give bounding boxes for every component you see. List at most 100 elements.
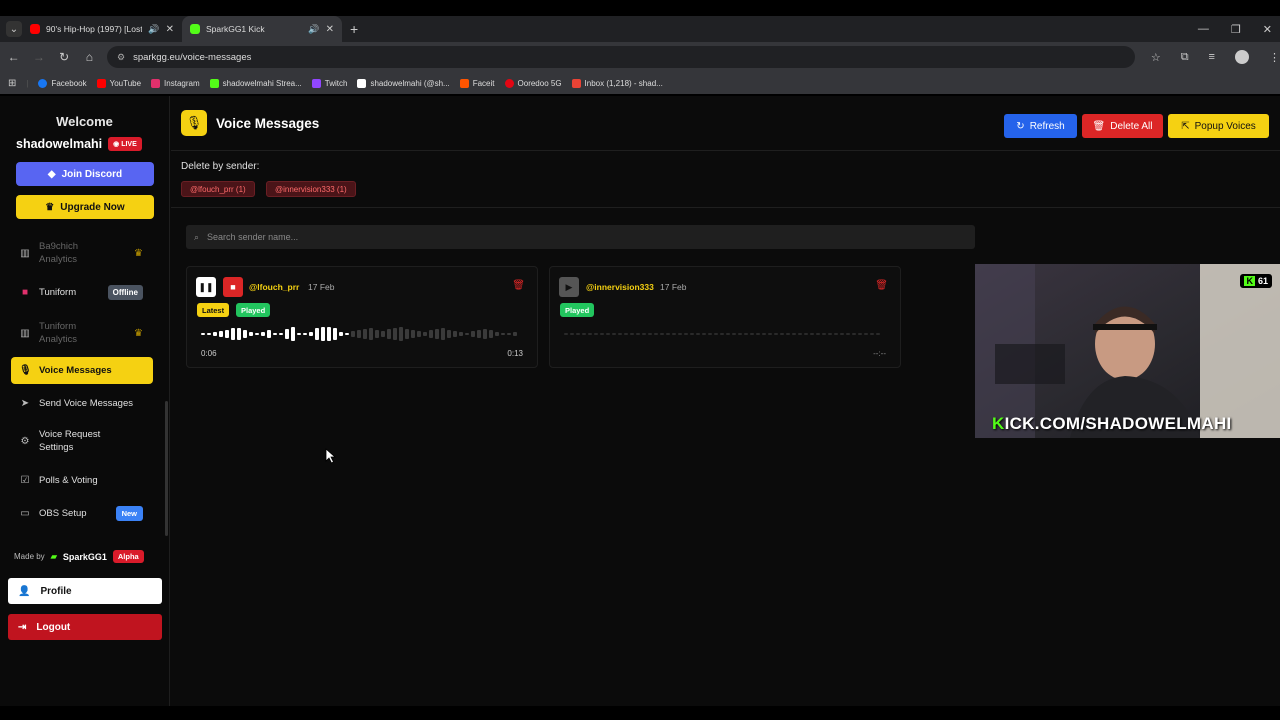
viewer-count: 61 bbox=[1257, 276, 1268, 286]
tab-music[interactable]: 90's Hip-Hop (1997) [Lost D 🔊 ✕ bbox=[22, 16, 182, 42]
bookmark-tiktok[interactable]: shadowelmahi (@sh... bbox=[357, 78, 450, 88]
forward-icon[interactable]: → bbox=[27, 50, 50, 64]
extensions-icon[interactable]: ⧉ bbox=[1181, 51, 1189, 64]
waveform-bar bbox=[309, 332, 313, 336]
sidebar-item-send-voice-messages[interactable]: ➤ Send Voice Messages bbox=[11, 395, 153, 411]
sidebar-item-voice-request-settings[interactable]: ⚙ Voice Request Settings bbox=[11, 428, 153, 454]
bookmark-star-icon[interactable]: ☆ bbox=[1151, 51, 1161, 64]
waveform-bar bbox=[588, 333, 592, 335]
bookmark-kick-stream[interactable]: shadowelmahi Strea... bbox=[209, 78, 302, 88]
bookmark-twitch[interactable]: Twitch bbox=[311, 78, 347, 88]
waveform-bar bbox=[582, 333, 586, 335]
tab-sparkgg[interactable]: SparkGG1 Kick 🔊 ✕ bbox=[182, 16, 342, 42]
facebook-icon bbox=[38, 78, 48, 88]
waveform-bar bbox=[660, 333, 664, 335]
stop-button[interactable]: ■ bbox=[223, 277, 243, 297]
pause-button[interactable]: ❚❚ bbox=[196, 277, 216, 297]
delete-by-sender: Delete by sender: @lfouch_prr (1) @inner… bbox=[171, 151, 1280, 208]
reload-icon[interactable]: ↻ bbox=[53, 50, 76, 64]
sidebar-item-polls-voting[interactable]: ☑ Polls & Voting bbox=[11, 472, 153, 488]
waveform-bar bbox=[786, 333, 790, 335]
waveform-bar bbox=[624, 333, 628, 335]
home-icon[interactable]: ⌂ bbox=[78, 50, 101, 64]
delete-by-sender-label: Delete by sender: bbox=[181, 161, 260, 172]
bookmark-facebook[interactable]: Facebook bbox=[38, 78, 87, 88]
bookmark-instagram[interactable]: Instagram bbox=[151, 78, 200, 88]
delete-message-icon[interactable]: 🗑 bbox=[512, 280, 525, 291]
bookmark-gmail[interactable]: Inbox (1,218) - shad... bbox=[571, 78, 663, 88]
waveform-bar bbox=[822, 333, 826, 335]
waveform-bar bbox=[291, 327, 295, 341]
top-strip bbox=[0, 0, 1280, 16]
popup-voices-label: Popup Voices bbox=[1194, 120, 1256, 132]
logout-label: Logout bbox=[36, 621, 71, 633]
waveform-bar bbox=[720, 333, 724, 335]
sidebar-item-tuniform-analytics[interactable]: ▥ Tuniform Analytics ♛ bbox=[11, 320, 153, 346]
audio-icon[interactable]: 🔊 bbox=[308, 24, 319, 35]
back-icon[interactable]: ← bbox=[2, 50, 25, 64]
upgrade-button[interactable]: ♛ Upgrade Now bbox=[16, 195, 154, 219]
tiktok-icon bbox=[357, 78, 367, 88]
close-window-icon[interactable]: ✕ bbox=[1263, 23, 1272, 36]
play-button[interactable]: ▶ bbox=[559, 277, 579, 297]
bookmark-faceit[interactable]: Faceit bbox=[459, 78, 495, 88]
sidebar-item-ba9chich-analytics[interactable]: ▥ Ba9chich Analytics ♛ bbox=[11, 240, 153, 266]
join-discord-button[interactable]: ◆ Join Discord bbox=[16, 162, 154, 186]
waveform-bar bbox=[840, 333, 844, 335]
new-tab-icon[interactable]: + bbox=[350, 21, 358, 37]
profile-button[interactable]: 👤 Profile bbox=[8, 578, 162, 604]
waveform-bar bbox=[630, 333, 634, 335]
media-icon[interactable]: ≡ bbox=[1209, 51, 1215, 63]
close-tab-icon[interactable]: ✕ bbox=[326, 24, 334, 35]
sidebar-scrollbar[interactable] bbox=[165, 401, 168, 536]
waveform-bar bbox=[471, 331, 475, 337]
sidebar-item-tuniform[interactable]: ■ Tuniform Offline bbox=[11, 284, 153, 300]
sender-name[interactable]: @innervision333 bbox=[586, 282, 654, 292]
youtube-favicon-icon bbox=[30, 24, 40, 34]
analytics-icon: ▥ bbox=[20, 327, 30, 339]
waveform-bar bbox=[810, 333, 814, 335]
sidebar-item-obs-setup[interactable]: ▭ OBS Setup New bbox=[11, 505, 153, 521]
close-tab-icon[interactable]: ✕ bbox=[166, 24, 174, 35]
waveform-bar bbox=[732, 333, 736, 335]
profile-avatar-icon[interactable] bbox=[1234, 50, 1249, 64]
sidebar-item-label: Voice Messages bbox=[39, 365, 112, 376]
bookmark-youtube[interactable]: YouTube bbox=[96, 78, 141, 88]
refresh-button[interactable]: ↻ Refresh bbox=[1004, 114, 1077, 138]
url-input[interactable]: ⚙ sparkgg.eu/voice-messages bbox=[107, 46, 1135, 68]
offline-badge: Offline bbox=[107, 284, 143, 300]
apps-grid-icon[interactable]: ⊞ bbox=[8, 78, 16, 89]
sender-name[interactable]: @lfouch_prr bbox=[249, 282, 299, 292]
waveform-bar bbox=[714, 333, 718, 335]
search-input[interactable]: ⌕ Search sender name... bbox=[186, 225, 975, 249]
waveform[interactable] bbox=[201, 327, 525, 341]
ooredoo-icon bbox=[504, 78, 514, 88]
tab-search-chevron-icon[interactable]: ⌄ bbox=[6, 21, 22, 37]
waveform-bar bbox=[594, 333, 598, 335]
site-info-icon[interactable]: ⚙ bbox=[117, 52, 125, 63]
popup-voices-button[interactable]: ⇱ Popup Voices bbox=[1168, 114, 1269, 138]
waveform-bar bbox=[696, 333, 700, 335]
delete-message-icon[interactable]: 🗑 bbox=[875, 280, 888, 291]
toolbar-right: ☆ ⧉ ≡ ⋮ bbox=[1151, 50, 1280, 64]
restore-icon[interactable]: ❐ bbox=[1231, 23, 1241, 36]
duration: --:-- bbox=[873, 349, 886, 358]
trash-icon: 🗑 bbox=[1092, 120, 1106, 132]
waveform-bar bbox=[744, 333, 748, 335]
logout-button[interactable]: ⇥ Logout bbox=[8, 614, 162, 640]
audio-icon[interactable]: 🔊 bbox=[148, 24, 159, 35]
delete-all-button[interactable]: 🗑 Delete All bbox=[1082, 114, 1163, 138]
waveform[interactable] bbox=[564, 327, 888, 341]
minimize-icon[interactable]: — bbox=[1198, 23, 1209, 35]
sender-chip[interactable]: @innervision333 (1) bbox=[266, 181, 356, 197]
waveform-bar bbox=[684, 333, 688, 335]
sidebar-item-voice-messages[interactable]: 🎙 Voice Messages bbox=[11, 357, 153, 384]
waveform-bar bbox=[417, 331, 421, 337]
message-date: 17 Feb bbox=[308, 282, 335, 292]
sender-chip[interactable]: @lfouch_prr (1) bbox=[181, 181, 255, 197]
menu-icon[interactable]: ⋮ bbox=[1269, 51, 1280, 64]
window-controls: — ❐ ✕ bbox=[1198, 16, 1272, 42]
bookmark-ooredoo[interactable]: Ooredoo 5G bbox=[504, 78, 562, 88]
waveform-bar bbox=[375, 330, 379, 338]
kick-icon bbox=[209, 78, 219, 88]
